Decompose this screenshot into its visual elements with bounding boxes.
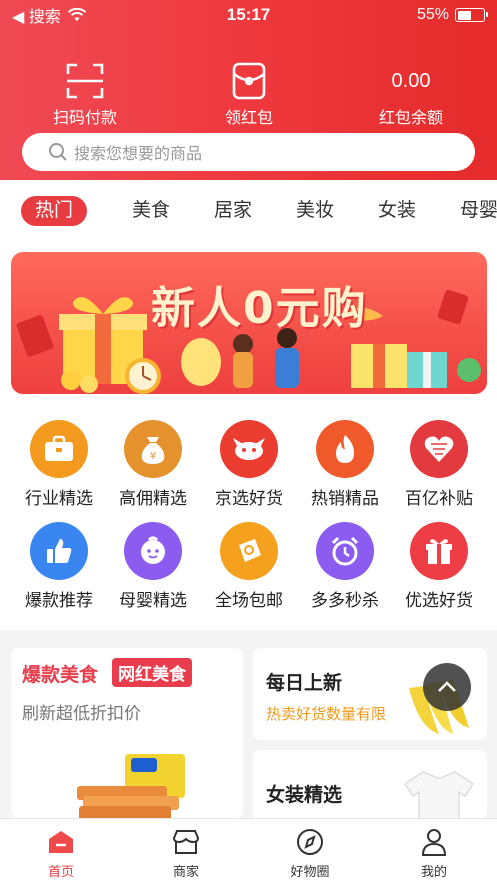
header: ◀ 搜索 15:17 55% 扫码付款 领红包 0.00 红包余额 搜索您想要的… bbox=[0, 0, 497, 180]
nav-shop[interactable]: 商家 bbox=[146, 827, 226, 880]
money-bag-icon: ¥ bbox=[124, 420, 182, 478]
food-card-subtitle: 刷新超低折扣价 bbox=[22, 704, 141, 723]
scan-pay-label: 扫码付款 bbox=[52, 110, 117, 127]
tab-women[interactable]: 女装 bbox=[378, 196, 416, 226]
grid-item-flash-sale[interactable]: 多多秒杀 bbox=[297, 522, 393, 611]
alarm-clock-icon bbox=[316, 522, 374, 580]
nav-profile-label: 我的 bbox=[420, 864, 447, 879]
balance-label: 红包余额 bbox=[378, 110, 443, 127]
grid-item-free-shipping[interactable]: 全场包邮 bbox=[201, 522, 297, 611]
nav-shop-label: 商家 bbox=[172, 864, 199, 879]
battery-percent: 55% bbox=[416, 6, 449, 23]
search-input[interactable]: 搜索您想要的商品 bbox=[22, 133, 475, 171]
grid-item-hot-sale[interactable]: 热销精品 bbox=[297, 420, 393, 509]
shop-icon bbox=[172, 830, 200, 854]
grid-label: 优选好货 bbox=[405, 591, 473, 610]
jd-dog-icon bbox=[220, 420, 278, 478]
battery-icon bbox=[455, 8, 488, 22]
heart-gift-icon bbox=[410, 420, 468, 478]
food-card-badge: 网红美食 bbox=[112, 658, 192, 687]
tab-home[interactable]: 居家 bbox=[214, 196, 252, 226]
scan-icon bbox=[66, 63, 104, 99]
grid-label: 全场包邮 bbox=[215, 591, 283, 610]
status-bar: ◀ 搜索 15:17 55% bbox=[0, 0, 497, 30]
gift-box-icon bbox=[410, 522, 468, 580]
daily-new-title: 每日上新 bbox=[266, 673, 343, 694]
grid-label: 母婴精选 bbox=[119, 591, 187, 610]
nav-home-label: 首页 bbox=[47, 864, 74, 879]
ticket-icon bbox=[220, 522, 278, 580]
grid-label: 多多秒杀 bbox=[311, 591, 379, 610]
tshirt-product-image bbox=[403, 771, 475, 820]
grid-item-hot-picks[interactable]: 爆款推荐 bbox=[11, 522, 107, 611]
red-envelope-button[interactable]: 领红包 bbox=[194, 62, 304, 128]
food-card-title: 爆款美食 bbox=[22, 665, 99, 686]
grid-label: 高佣精选 bbox=[119, 489, 187, 508]
red-envelope-icon bbox=[232, 62, 266, 100]
compass-icon bbox=[297, 829, 323, 855]
red-envelope-label: 领红包 bbox=[224, 110, 273, 127]
grid-label: 热销精品 bbox=[311, 489, 379, 508]
grid-item-subsidy[interactable]: 百亿补贴 bbox=[391, 420, 487, 509]
user-icon bbox=[421, 829, 447, 856]
grid-item-jd[interactable]: 京选好货 bbox=[201, 420, 297, 509]
tab-food[interactable]: 美食 bbox=[132, 196, 170, 226]
nav-discover[interactable]: 好物圈 bbox=[270, 827, 350, 880]
women-clothing-title: 女装精选 bbox=[266, 785, 343, 806]
briefcase-icon bbox=[30, 420, 88, 478]
grid-label: 百亿补贴 bbox=[405, 489, 473, 508]
grid-label: 京选好货 bbox=[215, 489, 283, 508]
grid-item-selected-goods[interactable]: 优选好货 bbox=[391, 522, 487, 611]
nav-home[interactable]: 首页 bbox=[21, 827, 101, 880]
search-icon bbox=[49, 143, 67, 161]
snack-product-image bbox=[77, 754, 185, 818]
search-placeholder: 搜索您想要的商品 bbox=[74, 146, 203, 163]
nav-profile[interactable]: 我的 bbox=[394, 827, 474, 880]
grid-item-industry[interactable]: 行业精选 bbox=[11, 420, 107, 509]
grid-item-commission[interactable]: ¥ 高佣精选 bbox=[105, 420, 201, 509]
promo-banner[interactable]: 新人0元购 bbox=[11, 252, 487, 394]
nav-discover-label: 好物圈 bbox=[290, 864, 330, 879]
grid-item-mother-baby[interactable]: 母婴精选 bbox=[105, 522, 201, 611]
thumbs-up-icon bbox=[30, 522, 88, 580]
wifi-icon bbox=[67, 8, 86, 21]
grid-label: 爆款推荐 bbox=[25, 591, 93, 610]
balance-button[interactable]: 0.00 红包余额 bbox=[356, 62, 466, 128]
chevron-up-icon bbox=[438, 681, 456, 692]
clock: 15:17 bbox=[226, 5, 271, 24]
svg-text:¥: ¥ bbox=[150, 451, 156, 462]
feature-grid: 行业精选 ¥ 高佣精选 京选好货 热销精品 百亿补贴 爆款推荐 母婴精选 全场包… bbox=[0, 400, 497, 630]
back-to-search-link[interactable]: ◀ 搜索 bbox=[12, 3, 61, 27]
food-card[interactable]: 爆款美食 网红美食 刷新超低折扣价 bbox=[11, 648, 243, 818]
scroll-top-button[interactable] bbox=[423, 663, 471, 711]
home-icon bbox=[49, 831, 73, 853]
baby-face-icon bbox=[124, 522, 182, 580]
grid-label: 行业精选 bbox=[25, 489, 93, 508]
category-tabs: 热门 美食 居家 美妆 女装 母婴 bbox=[0, 180, 497, 240]
scan-pay-button[interactable]: 扫码付款 bbox=[30, 62, 140, 128]
tab-hot[interactable]: 热门 bbox=[21, 196, 88, 226]
bottom-nav: 首页 商家 好物圈 我的 bbox=[0, 818, 497, 883]
tab-beauty[interactable]: 美妆 bbox=[296, 196, 334, 226]
banner-title: 新人0元购 bbox=[151, 283, 368, 334]
women-clothing-card[interactable]: 女装精选 bbox=[253, 750, 487, 820]
flame-icon bbox=[316, 420, 374, 478]
tab-mother-baby[interactable]: 母婴 bbox=[460, 196, 497, 226]
daily-new-subtitle: 热卖好货数量有限 bbox=[266, 706, 387, 723]
balance-value: 0.00 bbox=[391, 70, 431, 92]
